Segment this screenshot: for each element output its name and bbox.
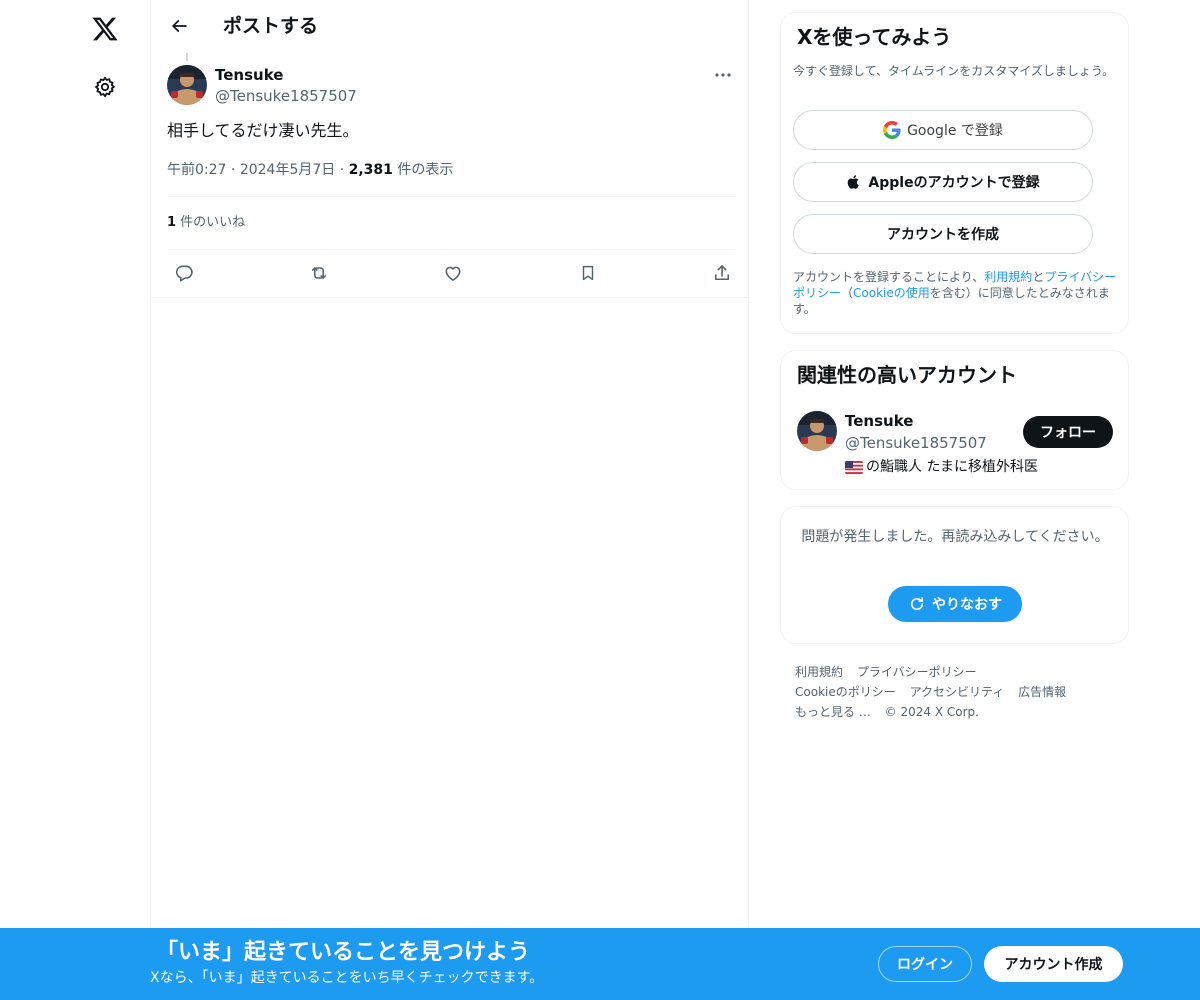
post-actions — [167, 256, 739, 290]
footer-links: 利用規約 プライバシーポリシー Cookieのポリシー アクセシビリティ 広告情… — [780, 662, 1129, 722]
follow-button[interactable]: フォロー — [1023, 416, 1113, 448]
avatar[interactable] — [167, 65, 207, 105]
signup-title: Xを使ってみよう — [797, 25, 952, 49]
create-account-label: アカウントを作成 — [887, 227, 999, 243]
author-name[interactable]: Tensuke — [215, 65, 283, 85]
reply-button[interactable] — [167, 256, 201, 290]
divider — [167, 196, 735, 197]
share-button[interactable] — [705, 256, 739, 290]
reply-icon — [174, 263, 194, 283]
google-signup-button[interactable]: Google で登録 — [793, 110, 1093, 150]
divider — [167, 249, 735, 250]
refresh-icon — [908, 595, 926, 613]
like-button[interactable] — [436, 256, 470, 290]
meta-separator: · — [339, 162, 349, 178]
create-account-button[interactable]: アカウントを作成 — [793, 214, 1093, 254]
related-accounts-card: 関連性の高いアカウント Tensuke @Tensuke1857507 の鮨職人… — [780, 350, 1129, 490]
signup-button[interactable]: アカウント作成 — [984, 946, 1123, 982]
bottom-bar-title: 「いま」起きていることを見つけよう — [156, 940, 531, 965]
related-title: 関連性の高いアカウント — [797, 363, 1017, 387]
related-name[interactable]: Tensuke — [845, 411, 913, 431]
footer-link[interactable]: もっと見る … — [795, 705, 871, 719]
apple-icon — [846, 173, 862, 191]
google-signup-label: Google で登録 — [907, 123, 1003, 139]
terms-text: アカウントを登録することにより、利用規約とプライバシーポリシー（Cookieの使… — [793, 269, 1123, 317]
retry-label: やりなおす — [932, 597, 1002, 613]
post-meta: 午前0:27 · 2024年5月7日 · 2,381 件の表示 — [167, 160, 453, 180]
error-card: 問題が発生しました。再読み込みしてください。 やりなおす — [780, 506, 1129, 644]
page-header: ポストする — [151, 0, 749, 53]
right-sidebar: Xを使ってみよう 今すぐ登録して、タイムラインをカスタマイズしましょう。 Goo… — [780, 12, 1129, 722]
signup-subtitle: 今すぐ登録して、タイムラインをカスタマイズしましょう。 — [793, 64, 1115, 78]
post-time[interactable]: 午前0:27 — [167, 162, 226, 178]
bottom-bar-subtitle: Xなら、「いま」起きていることをいち早くチェックできます。 — [150, 970, 544, 986]
avatar[interactable] — [797, 411, 837, 451]
divider — [151, 297, 749, 298]
arrow-left-icon — [169, 16, 189, 36]
terms-text-part: と — [1032, 270, 1045, 284]
left-nav — [0, 0, 150, 928]
terms-link[interactable]: 利用規約 — [984, 270, 1032, 284]
terms-text-part: （ — [841, 286, 854, 300]
post-text: 相手してるだけ凄い先生。 — [167, 121, 359, 140]
share-icon — [712, 263, 732, 283]
us-flag-icon — [845, 460, 863, 474]
gear-icon[interactable] — [82, 64, 128, 110]
main-column: ポストする Tensuke @Tensuke1857507 相手してるだけ凄い先… — [150, 0, 749, 928]
repost-button[interactable] — [302, 256, 336, 290]
bookmark-button[interactable] — [571, 256, 605, 290]
likes-count: 1 — [167, 215, 177, 230]
related-bio-text: の鮨職人 たまに移植外科医 — [866, 459, 1039, 475]
bottom-signup-bar: 「いま」起きていることを見つけよう Xなら、「いま」起きていることをいち早くチェ… — [0, 928, 1200, 1000]
more-horizontal-icon — [714, 72, 732, 78]
back-button[interactable] — [161, 8, 197, 44]
cookie-link[interactable]: Cookieの使用 — [853, 286, 930, 300]
post-date[interactable]: 2024年5月7日 — [240, 162, 335, 178]
related-handle[interactable]: @Tensuke1857507 — [845, 433, 987, 453]
copyright: © 2024 X Corp. — [884, 705, 979, 719]
apple-signup-label: Appleのアカウントで登録 — [868, 175, 1040, 191]
apple-signup-button[interactable]: Appleのアカウントで登録 — [793, 162, 1093, 202]
signup-card: Xを使ってみよう 今すぐ登録して、タイムラインをカスタマイズしましょう。 Goo… — [780, 12, 1129, 334]
likes-row[interactable]: 1 件のいいね — [167, 213, 245, 233]
more-options-button[interactable] — [707, 64, 739, 86]
repost-icon — [308, 263, 330, 283]
page-title: ポストする — [223, 15, 319, 37]
likes-label: 件のいいね — [176, 215, 246, 230]
terms-text-part: アカウントを登録することにより、 — [793, 270, 985, 284]
footer-link[interactable]: Cookieのポリシー — [795, 685, 896, 699]
footer-link[interactable]: 広告情報 — [1018, 685, 1066, 699]
views-count: 2,381 — [348, 162, 393, 178]
x-logo-icon[interactable] — [82, 6, 128, 52]
retry-button[interactable]: やりなおす — [888, 586, 1022, 622]
footer-link[interactable]: アクセシビリティ — [910, 685, 1005, 699]
post-author: Tensuke @Tensuke1857507 — [167, 64, 735, 108]
heart-icon — [443, 263, 463, 283]
footer-link[interactable]: 利用規約 — [795, 665, 843, 679]
author-handle[interactable]: @Tensuke1857507 — [215, 86, 357, 106]
related-user[interactable]: Tensuke @Tensuke1857507 の鮨職人 たまに移植外科医 フォ… — [797, 411, 1117, 479]
error-message: 問題が発生しました。再読み込みしてください。 — [801, 529, 1109, 545]
views-label: 件の表示 — [392, 162, 454, 178]
meta-separator: · — [230, 162, 240, 178]
related-bio: の鮨職人 たまに移植外科医 — [845, 457, 1038, 477]
bookmark-icon — [579, 263, 597, 283]
google-icon — [883, 121, 901, 139]
footer-link[interactable]: プライバシーポリシー — [857, 665, 977, 679]
login-button[interactable]: ログイン — [878, 946, 972, 982]
thread-line — [186, 53, 188, 61]
